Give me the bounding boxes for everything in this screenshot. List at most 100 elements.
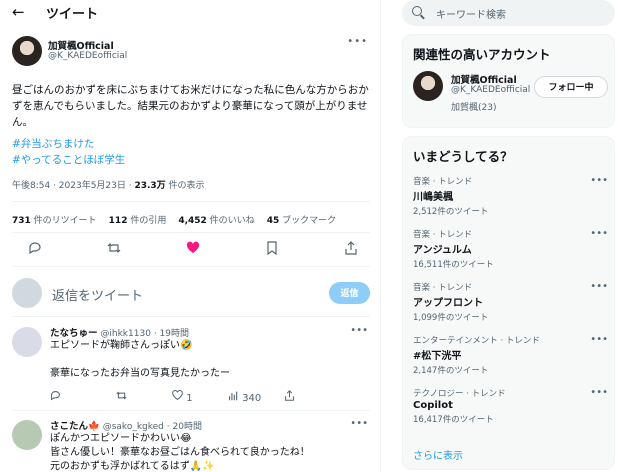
show-more-link[interactable]: さらに表示 [413,447,463,462]
sidebar: キーワード検索 関連性の高いアカウント 加賀楓Official @K_KAEDE… [392,0,632,472]
quotes-stat[interactable]: 112 件の引用 [109,213,167,226]
reply-author-name[interactable]: さこたん🍁 [50,421,100,432]
trend-name: アップフロント [413,298,483,309]
search-input[interactable]: キーワード検索 [436,6,506,21]
trend-name: アンジュルム [413,245,472,256]
reply-text: ぽんかつエピソードかわいい😂 皆さん優しい！豪華なお昼ごはん食べられて良かったね… [50,433,310,472]
divider [12,316,370,317]
trend-category: 音楽 · トレンド [413,177,473,187]
search-icon [412,6,422,16]
reply-time[interactable]: · 19時間 [154,329,189,339]
bookmarks-stat[interactable]: 45 ブックマーク [267,213,336,226]
more-icon[interactable]: ••• [350,418,368,429]
author-handle[interactable]: @K_KAEDEofficial [48,51,127,61]
trend-item[interactable]: 音楽 · トレンド アンジュルム 16,511件のツイート ••• [413,228,608,270]
tweet-column: ← ツイート 加賀楓Official @K_KAEDEofficial ••• … [0,0,381,472]
reply-author-name[interactable]: たなちゅー [50,328,98,339]
trend-item[interactable]: 音楽 · トレンド アップフロント 1,099件のツイート ••• [413,281,608,323]
more-icon[interactable]: ••• [590,281,608,292]
tweet-time[interactable]: 午後8:54 · 2023年5月23日 · [12,181,134,191]
likes-stat[interactable]: 4,452 件のいいね [178,213,254,226]
avatar[interactable] [12,420,42,450]
tweet-stats: 731 件のリツイート 112 件の引用 4,452 件のいいね 45 ブックマ… [12,213,336,226]
share-icon[interactable] [344,241,358,259]
reply-author-handle[interactable]: @sako_kgked [103,422,164,432]
trend-item[interactable]: 音楽 · トレンド 川嶋美楓 2,512件のツイート ••• [413,175,608,217]
reply-header: さこたん🍁 @sako_kgked · 20時間 [50,418,202,432]
reply-header: たなちゅー @ihkk1130 · 19時間 [50,325,189,339]
account-name[interactable]: 加賀楓Official [451,72,517,86]
retweet-icon[interactable] [116,390,172,404]
author-name[interactable]: 加賀楓Official [48,38,114,52]
page-title: ツイート [46,6,99,22]
reply-icon[interactable] [50,390,116,404]
trend-count: 16,417件のツイート [413,415,494,425]
hashtag-link[interactable]: #やってることほぼ学生 [12,152,125,168]
trends-card: いまどうしてる？ 音楽 · トレンド 川嶋美楓 2,512件のツイート ••• … [402,136,615,470]
retweets-stat[interactable]: 731 件のリツイート [12,213,97,226]
like-count: 1 [186,393,193,404]
share-icon[interactable] [284,390,295,404]
card-title: 関連性の高いアカウント [413,47,551,62]
trend-category: 音楽 · トレンド [413,283,473,293]
like-icon[interactable] [186,241,200,259]
trend-item[interactable]: エンターテインメント · トレンド #松下洸平 2,147件のツイート ••• [413,334,608,376]
tweet-author: 加賀楓Official @K_KAEDEofficial ••• [12,36,372,70]
divider [12,232,370,233]
views-count: 340 [242,393,262,404]
views-count: 23.3万 [134,181,166,191]
arrow-left-icon[interactable]: ← [12,3,32,21]
card-title: いまどうしてる？ [413,149,513,164]
reply-input[interactable]: 返信をツイート [52,285,143,304]
more-icon[interactable]: ••• [350,325,368,336]
trend-count: 2,512件のツイート [413,207,489,217]
like-icon[interactable]: 1 [172,390,228,404]
reply-actions: 1 340 [50,390,295,404]
avatar [12,278,42,308]
trend-count: 2,147件のツイート [413,366,489,376]
account-handle[interactable]: @K_KAEDEofficial [451,85,530,95]
divider [12,410,370,411]
reply-composer: 返信をツイート 返信 [12,276,372,310]
more-icon[interactable]: ••• [347,36,368,47]
reply-text: エピソードが鞠師さんっぽい🤣 豪華になったお弁当の写真見たかったー [50,340,230,379]
trend-name: Copilot [413,400,453,411]
views-label: 件の表示 [165,181,205,191]
reply-item[interactable]: たなちゅー @ihkk1130 · 19時間 ••• エピソードが鞠師さんっぽい… [12,325,372,407]
reply-author-handle[interactable]: @ihkk1130 [100,329,151,339]
trend-count: 1,099件のツイート [413,313,489,323]
more-icon[interactable]: ••• [590,228,608,239]
hashtag-link[interactable]: #弁当ぶちまけた [12,136,125,152]
reply-time[interactable]: · 20時間 [167,422,202,432]
views-icon[interactable]: 340 [228,390,284,404]
divider [12,266,370,267]
reply-button[interactable]: 返信 [329,282,370,304]
following-button[interactable]: フォロー中 [534,76,608,98]
trend-category: エンターテインメント · トレンド [413,336,540,346]
search-bar[interactable]: キーワード検索 [402,0,615,26]
bookmark-icon[interactable] [265,241,279,259]
more-icon[interactable]: ••• [590,334,608,345]
tweet-actions [28,241,358,259]
tweet-meta: 午後8:54 · 2023年5月23日 · 23.3万 件の表示 [12,178,205,191]
more-icon[interactable]: ••• [590,387,608,398]
recommended-accounts-card: 関連性の高いアカウント 加賀楓Official @K_KAEDEofficial… [402,34,615,128]
more-icon[interactable]: ••• [590,175,608,186]
divider [12,201,370,202]
trend-count: 16,511件のツイート [413,260,494,270]
avatar[interactable] [12,327,42,357]
retweet-icon[interactable] [107,241,121,259]
trend-item[interactable]: テクノロジー · トレンド Copilot 16,417件のツイート ••• [413,387,608,425]
avatar[interactable] [413,71,443,101]
reply-item[interactable]: さこたん🍁 @sako_kgked · 20時間 ••• ぽんかつエピソードかわ… [12,418,372,472]
hashtags: #弁当ぶちまけた #やってることほぼ学生 [12,136,125,168]
trend-name: 川嶋美楓 [413,192,453,203]
trend-name: #松下洸平 [413,351,462,362]
reply-icon[interactable] [28,241,42,259]
account-subtitle: 加賀楓(23) [451,103,497,113]
avatar[interactable] [12,36,42,66]
trend-category: テクノロジー · トレンド [413,389,506,399]
tweet-text: 昼ごはんのおかずを床にぶちまけてお米だけになった私に色んな方からおかずを恵んでも… [12,84,369,128]
header: ← ツイート [0,0,380,24]
trend-category: 音楽 · トレンド [413,230,473,240]
